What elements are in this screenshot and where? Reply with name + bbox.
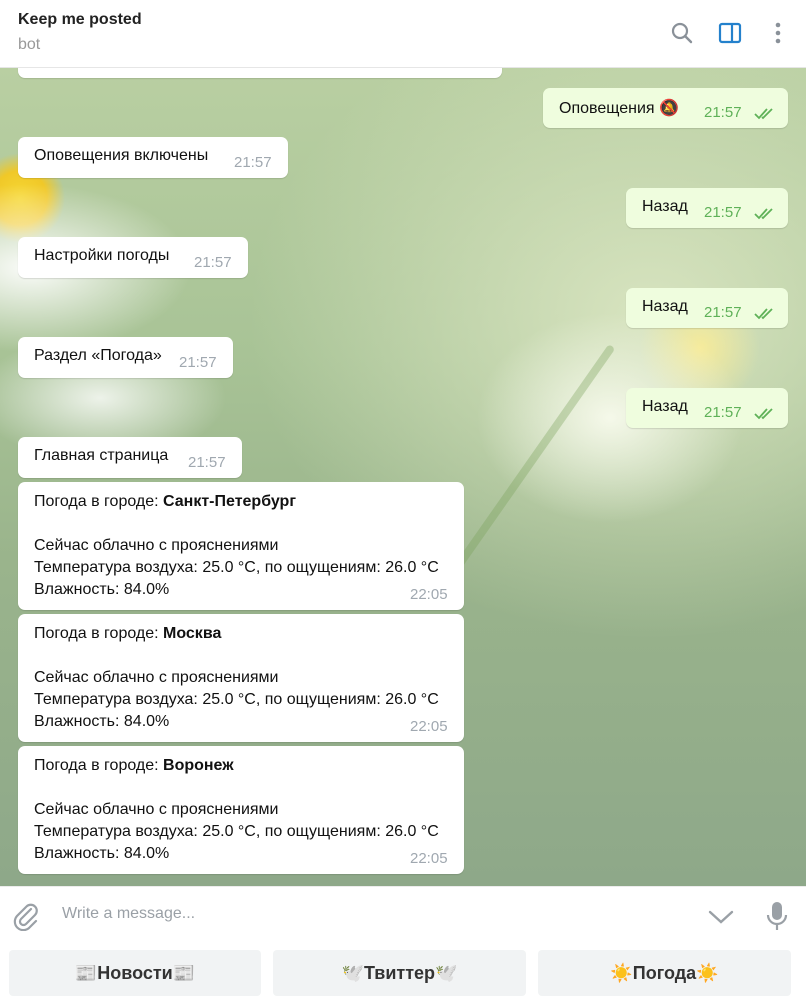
weather-temperature: Температура воздуха: 25.0 °C, по ощущени… <box>34 823 439 840</box>
message-input[interactable]: Write a message... <box>62 905 195 923</box>
weather-condition: Сейчас облачно с прояснениями <box>34 537 279 554</box>
message-time: 22:05 <box>410 586 448 603</box>
message-text: Оповещения включены <box>34 147 209 164</box>
read-checkmarks-icon <box>754 408 773 420</box>
message-composer: Write a message... <box>0 886 806 945</box>
message-time: 21:57 <box>704 104 742 121</box>
read-checkmarks-icon <box>754 108 773 120</box>
message-time: 21:57 <box>188 454 226 471</box>
message-time: 21:57 <box>704 204 742 221</box>
weather-message[interactable]: Погода в городе: Воронеж Сейчас облачно … <box>18 746 464 874</box>
message-time: 22:05 <box>410 718 448 735</box>
microphone-icon[interactable] <box>765 900 789 932</box>
message-time: 21:57 <box>179 354 217 371</box>
bot-keyboard: 📰Новости📰 🕊️Твиттер🕊️ ☀️Погода☀️ <box>0 944 806 1003</box>
message-outgoing[interactable]: Назад 21:57 <box>626 388 788 428</box>
weather-city: Санкт-Петербург <box>163 493 296 510</box>
weather-message[interactable]: Погода в городе: Санкт-Петербург Сейчас … <box>18 482 464 610</box>
weather-prefix: Погода в городе: <box>34 757 164 774</box>
keyboard-button-weather[interactable]: ☀️Погода☀️ <box>538 950 791 996</box>
search-icon[interactable] <box>669 20 695 46</box>
read-checkmarks-icon <box>754 308 773 320</box>
chat-status: bot <box>18 36 41 53</box>
weather-humidity: Влажность: 84.0% <box>34 581 170 598</box>
chevron-down-icon[interactable] <box>707 907 735 927</box>
weather-text: Погода в городе: Москва Сейчас облачно с… <box>34 623 439 733</box>
more-options-icon[interactable] <box>765 20 791 46</box>
weather-condition: Сейчас облачно с прояснениями <box>34 801 279 818</box>
message-time: 21:57 <box>704 404 742 421</box>
sidebar-toggle-icon[interactable] <box>717 20 743 46</box>
message-list[interactable]: Оповещения 🔕 21:57 Оповещения включены 2… <box>0 68 806 886</box>
message-outgoing[interactable]: Назад 21:57 <box>626 288 788 328</box>
weather-text: Погода в городе: Воронеж Сейчас облачно … <box>34 755 439 865</box>
message-text: Назад <box>642 398 688 415</box>
message-incoming[interactable]: Настройки погоды 21:57 <box>18 237 248 278</box>
weather-humidity: Влажность: 84.0% <box>34 713 170 730</box>
weather-message[interactable]: Погода в городе: Москва Сейчас облачно с… <box>18 614 464 742</box>
keyboard-button-news[interactable]: 📰Новости📰 <box>9 950 261 996</box>
message-text: Главная страница <box>34 447 169 464</box>
message-time: 22:05 <box>410 850 448 867</box>
weather-prefix: Погода в городе: <box>34 625 164 642</box>
message-outgoing[interactable]: Назад 21:57 <box>626 188 788 228</box>
message-time: 21:57 <box>234 154 272 171</box>
chat-title[interactable]: Keep me posted <box>18 11 142 29</box>
message-incoming[interactable]: Раздел «Погода» 21:57 <box>18 337 233 378</box>
message-partial <box>18 68 502 78</box>
weather-humidity: Влажность: 84.0% <box>34 845 170 862</box>
chat-header: Keep me posted bot <box>0 0 806 68</box>
weather-text: Погода в городе: Санкт-Петербург Сейчас … <box>34 491 439 601</box>
message-text: Настройки погоды <box>34 247 170 264</box>
keyboard-button-twitter[interactable]: 🕊️Твиттер🕊️ <box>273 950 526 996</box>
weather-city: Москва <box>163 625 222 642</box>
message-time: 21:57 <box>704 304 742 321</box>
message-text: Раздел «Погода» <box>34 347 162 364</box>
read-checkmarks-icon <box>754 208 773 220</box>
weather-city: Воронеж <box>163 757 234 774</box>
message-text: Назад <box>642 198 688 215</box>
message-time: 21:57 <box>194 254 232 271</box>
weather-temperature: Температура воздуха: 25.0 °C, по ощущени… <box>34 559 439 576</box>
message-text: Оповещения 🔕 <box>559 100 679 117</box>
attach-icon[interactable] <box>12 901 40 931</box>
message-text: Назад <box>642 298 688 315</box>
weather-condition: Сейчас облачно с прояснениями <box>34 669 279 686</box>
weather-temperature: Температура воздуха: 25.0 °C, по ощущени… <box>34 691 439 708</box>
message-outgoing[interactable]: Оповещения 🔕 21:57 <box>543 88 788 128</box>
weather-prefix: Погода в городе: <box>34 493 164 510</box>
message-incoming[interactable]: Главная страница 21:57 <box>18 437 242 478</box>
message-incoming[interactable]: Оповещения включены 21:57 <box>18 137 288 178</box>
